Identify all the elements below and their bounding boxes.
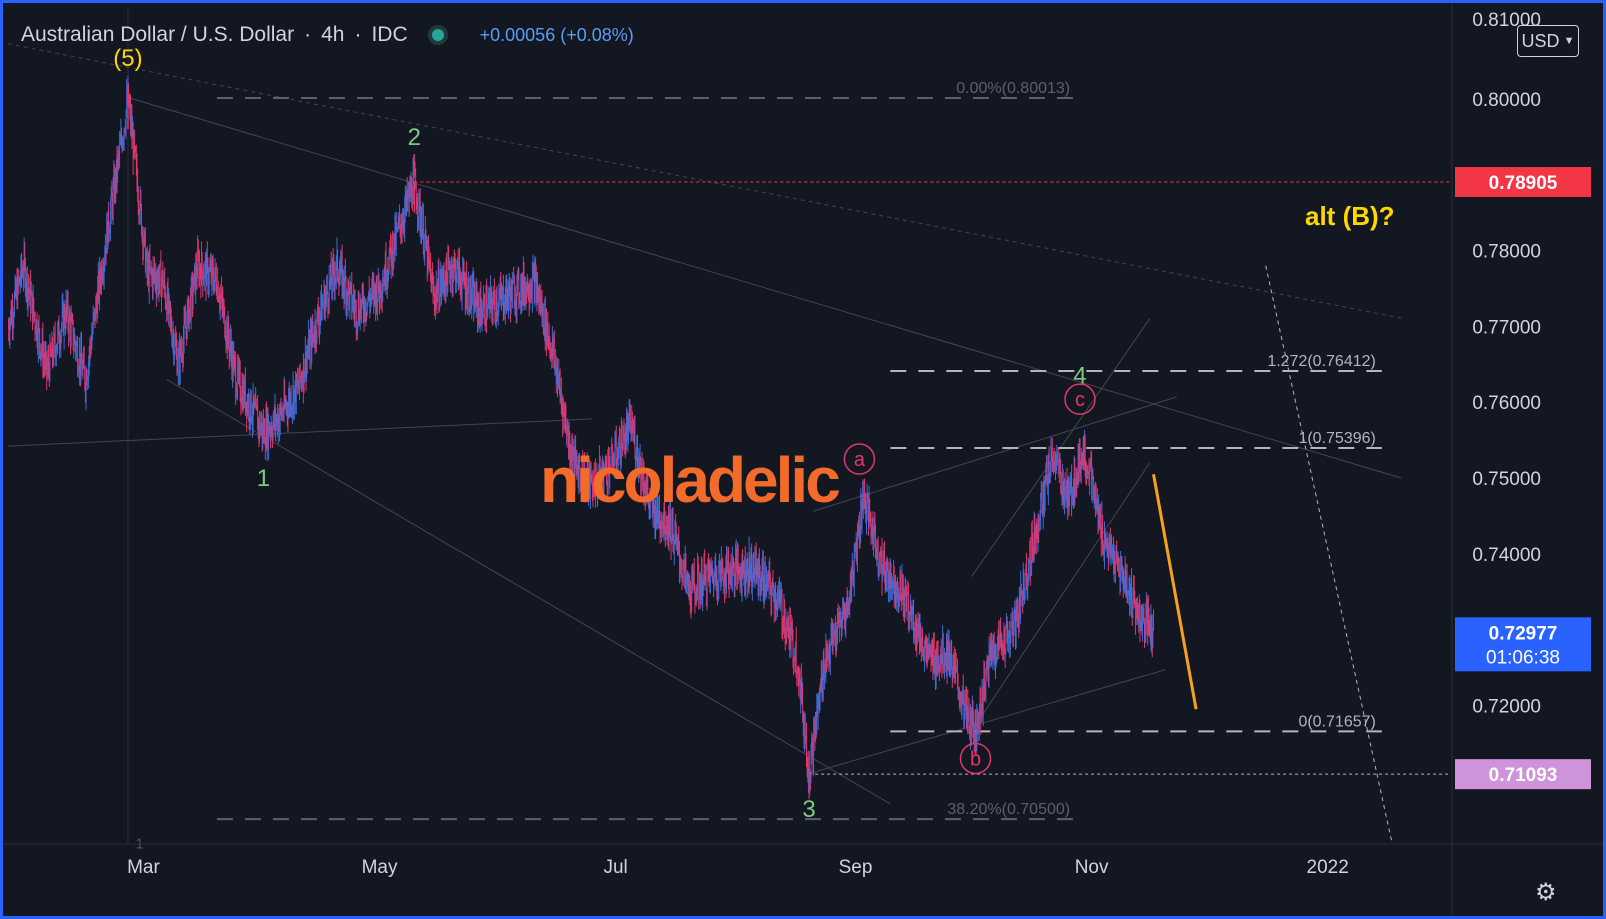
fib-label-2: 1.272(0.76412): [1267, 353, 1376, 370]
price-tag-label-1: 0.71093: [1489, 765, 1558, 786]
wave-label-2: 2: [408, 124, 421, 151]
y-tick-label: 0.75000: [1472, 469, 1541, 490]
trendline-9: [1152, 473, 1198, 710]
chevron-down-icon: ▼: [1563, 35, 1575, 47]
currency-button[interactable]: USD ▼: [1517, 25, 1579, 57]
plot-area: [8, 8, 1451, 843]
symbol-name[interactable]: Australian Dollar / U.S. Dollar: [21, 23, 294, 47]
separator-dot: ·: [354, 23, 362, 46]
watermark: nicoladelic: [540, 444, 841, 516]
x-tick-label: Sep: [839, 857, 873, 878]
wave-label-1: 1: [257, 465, 270, 492]
x-tick-label: May: [362, 857, 398, 878]
fib-label-3: 1(0.75396): [1298, 430, 1375, 447]
wave-label-3: 3: [802, 796, 815, 823]
x-tick-label: Mar: [127, 857, 160, 878]
symbol-header: Australian Dollar / U.S. Dollar · 4h · I…: [21, 23, 634, 47]
settings-gear-icon[interactable]: ⚙: [1535, 878, 1557, 907]
market-status-icon[interactable]: [431, 29, 444, 41]
wave-label-b: b: [970, 748, 981, 770]
y-tick-label: 0.74000: [1472, 545, 1541, 566]
trendline-4: [808, 669, 1166, 775]
price-change: +0.00056 (+0.08%): [479, 24, 634, 45]
fib-label-0: 0.00%(0.80013): [956, 80, 1070, 97]
price-tag-label-2: 0.72977: [1489, 623, 1558, 644]
wave-label-c: c: [1075, 389, 1085, 411]
y-tick-label: 0.72000: [1472, 696, 1541, 717]
x-tick-label: Nov: [1075, 857, 1109, 878]
trendline-1: [127, 97, 1402, 479]
wave-label-0: (5): [113, 45, 142, 72]
price-tag-label-0: 0.78905: [1489, 173, 1558, 194]
interval-label[interactable]: 4h: [321, 23, 344, 47]
trendline-2: [8, 418, 593, 447]
fib-label-1: 38.20%(0.70500): [947, 801, 1070, 818]
wave-label-a: a: [854, 449, 866, 471]
fib-label-4: 0(0.71657): [1298, 713, 1375, 730]
y-tick-label: 0.76000: [1472, 393, 1541, 414]
y-tick-label: 0.77000: [1472, 317, 1541, 338]
trendline-0: [8, 43, 1402, 319]
x-tick-label: Jul: [603, 857, 627, 878]
alt-b-annotation: alt (B)?: [1305, 201, 1395, 231]
countdown-label: 01:06:38: [1486, 647, 1560, 668]
source-label: IDC: [371, 23, 408, 46]
chart-window: 0.00%(0.80013) 38.20%(0.70500) 1.272(0.764…: [0, 0, 1606, 919]
y-tick-label: 0.78000: [1472, 242, 1541, 263]
y-tick-label: 0.80000: [1472, 90, 1541, 111]
candles: [8, 75, 1155, 800]
separator-dot: ·: [304, 23, 312, 46]
x-tick-label: 2022: [1307, 857, 1349, 878]
currency-label: USD: [1521, 30, 1560, 51]
